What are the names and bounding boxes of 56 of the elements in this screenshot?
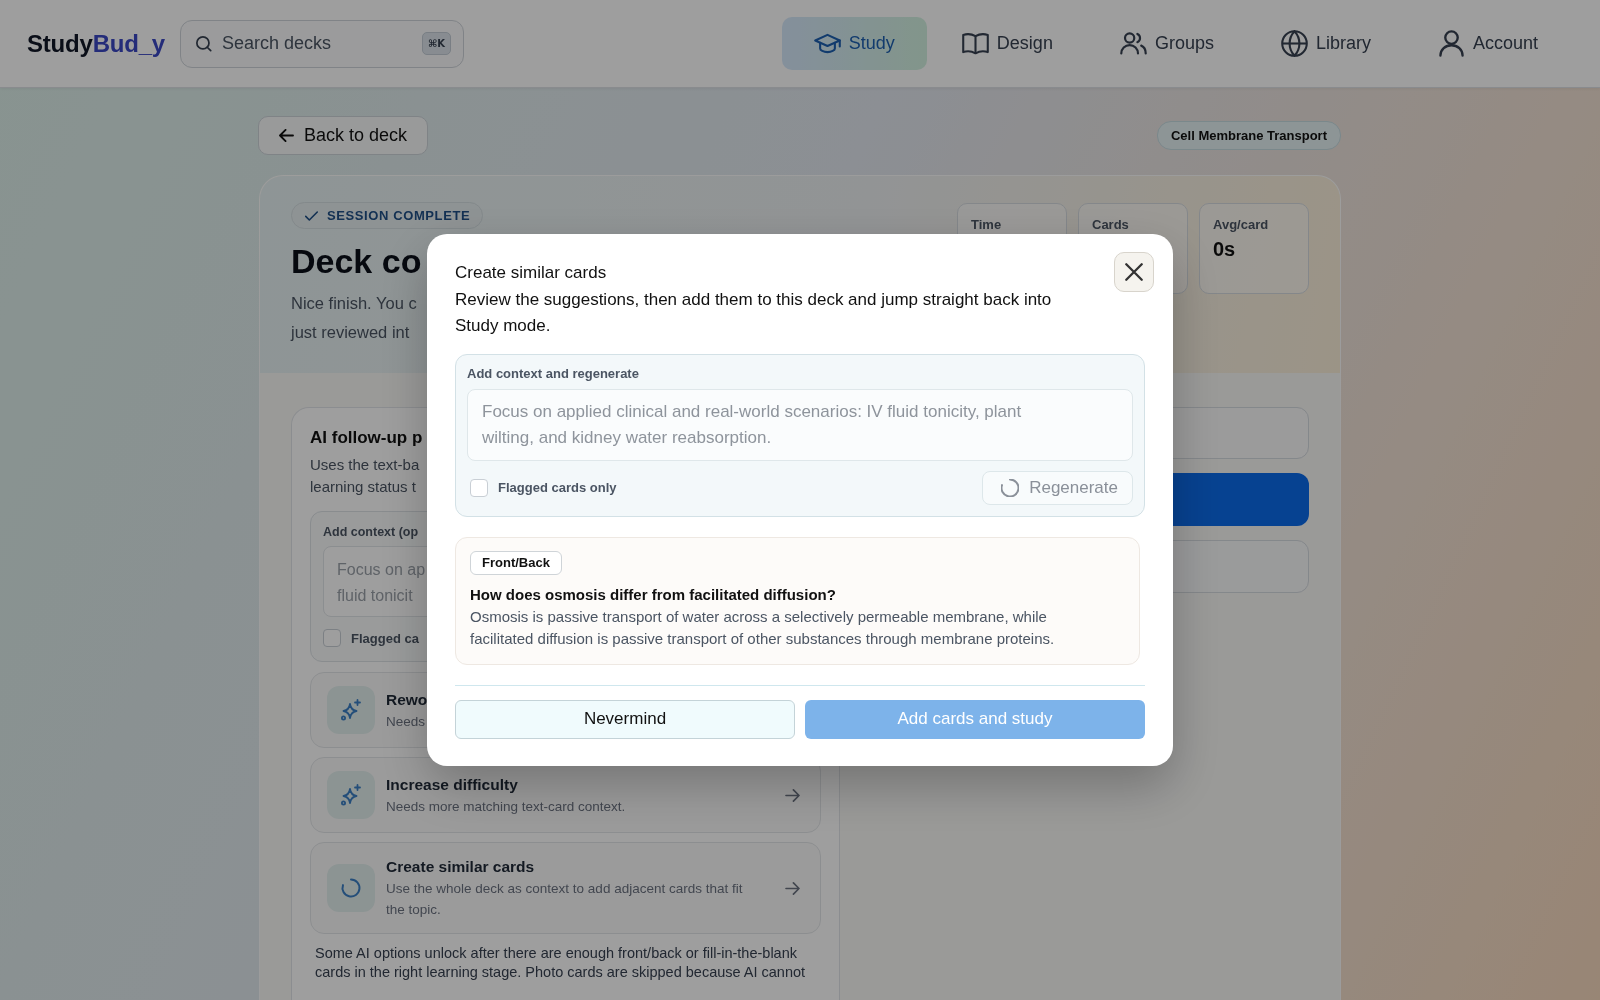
globe-icon xyxy=(1280,30,1308,57)
stat-value: 0s xyxy=(1213,237,1236,261)
panel-description: learning status t xyxy=(310,477,416,497)
option-description: Needs xyxy=(386,712,426,731)
page-title: Deck co xyxy=(291,241,422,281)
nav-tab[interactable]: Groups xyxy=(1087,17,1246,70)
card-type-tag: Front/Back xyxy=(470,550,562,575)
checkbox[interactable] xyxy=(323,629,341,647)
back-button[interactable]: Back to deck xyxy=(258,116,429,155)
shortcut-key: ⌘K xyxy=(422,32,452,55)
search-icon xyxy=(196,35,213,52)
context-field[interactable]: Focus on applied clinical and real-world scenarios: IV fluid tonicity, plant wilting, and kidney water reabsorption. xyxy=(467,388,1133,461)
spinner-icon xyxy=(1001,478,1020,497)
nav-tab[interactable]: Study xyxy=(781,17,927,70)
cancel-button[interactable]: Nevermind xyxy=(455,699,795,739)
book-icon xyxy=(961,30,989,57)
sparkle-icon xyxy=(327,686,375,734)
user-icon xyxy=(1437,30,1465,57)
option-description: Needs more matching text-card context. xyxy=(386,797,626,816)
panel-title: AI follow-up p xyxy=(310,427,423,449)
option-row[interactable]: Increase difficulty Needs more matching text-card context. xyxy=(310,757,821,833)
dialog-description: Review the suggestions, then add them to this deck and jump straight back into Study mode. xyxy=(455,288,1053,338)
option-title: Create similar cards xyxy=(386,857,535,877)
option-title: Rewo xyxy=(386,689,428,710)
checkbox[interactable] xyxy=(470,478,488,497)
summary-text: just reviewed int xyxy=(291,322,410,343)
app-logo[interactable]: StudyBud_y xyxy=(27,29,166,58)
checkbox-label: Flagged cards only xyxy=(498,480,617,496)
dialog-title: Create similar cards xyxy=(455,262,607,285)
checkbox-label: Flagged ca xyxy=(351,630,419,646)
users-icon xyxy=(1119,30,1147,57)
stat-label: Avg/card xyxy=(1213,217,1269,233)
sparkle-icon xyxy=(327,771,375,819)
close-button[interactable] xyxy=(1114,252,1154,293)
close-icon xyxy=(1125,263,1143,282)
info-text: Some AI options unlock after there are enough front/back or fill-in-the-blank cards in the right learning stage. Photo cards are skipped because AI cannot xyxy=(315,944,807,982)
option-row[interactable]: Create similar cards Use the whole deck as context to add adjacent cards that fit the topic. xyxy=(310,842,821,934)
field-label: Add context (op xyxy=(323,524,419,540)
nav-tab[interactable]: Library xyxy=(1248,17,1403,70)
status-text: SESSION COMPLETE xyxy=(327,208,471,223)
stat-label: Cards xyxy=(1092,217,1129,233)
check-icon xyxy=(305,210,318,221)
stat-label: Time xyxy=(971,217,1002,233)
nav-tab[interactable]: Account xyxy=(1405,17,1570,70)
deck-tag: Cell Membrane Transport xyxy=(1156,121,1341,150)
card-answer: Osmosis is passive transport of water across a selectively permeable membrane, while facilitated diffusion is passive transport of other substances through membrane proteins. xyxy=(470,606,1056,650)
nav-tab[interactable]: Design xyxy=(929,17,1085,70)
option-description: Use the whole deck as context to add adjacent cards that fit the topic. xyxy=(386,880,744,919)
card-question: How does osmosis differ from facilitated diffusion? xyxy=(470,584,836,605)
arrow-left-icon xyxy=(279,129,294,142)
spinner-icon xyxy=(327,864,375,912)
search-field[interactable]: Search decks ⌘K xyxy=(180,19,465,68)
summary-text: Nice finish. You c xyxy=(291,293,417,314)
field-label: Add context and regenerate xyxy=(467,365,639,382)
panel-description: Uses the text-ba xyxy=(310,455,420,475)
option-title: Increase difficulty xyxy=(386,774,518,795)
